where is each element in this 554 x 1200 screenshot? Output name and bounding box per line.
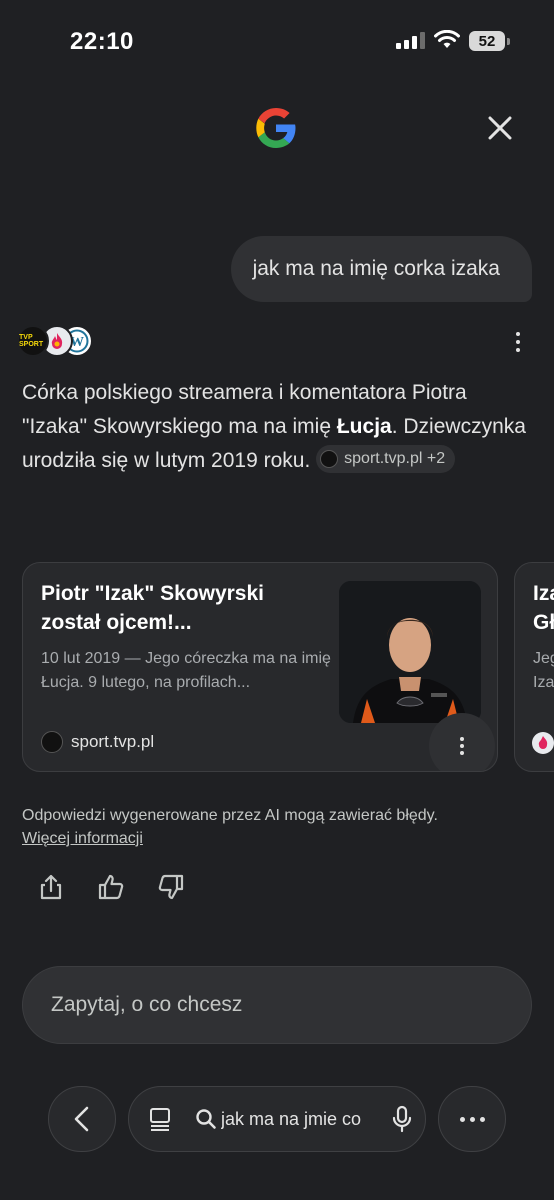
ai-answer-text: Córka polskiego streamera i komentatora … (22, 376, 532, 478)
google-logo-icon (256, 108, 296, 148)
ask-input[interactable]: Zapytaj, o co chcesz (22, 966, 532, 1044)
card-source: sport.tvp.pl (41, 731, 154, 753)
ai-disclaimer: Odpowiedzi wygenerowane przez AI mogą za… (22, 804, 532, 850)
chevron-left-icon (74, 1106, 89, 1132)
search-icon (196, 1109, 216, 1129)
dot (469, 1116, 475, 1122)
user-query-bubble: jak ma na imię corka izaka (230, 236, 532, 302)
man-in-gaming-jersey-icon (339, 581, 481, 723)
thumbs-down-icon[interactable] (156, 872, 186, 902)
card-title-line: Iza (533, 582, 554, 605)
answer-more-options-icon[interactable] (508, 330, 528, 354)
cellular-signal-icon (396, 32, 425, 49)
card-more-options-icon[interactable] (429, 713, 495, 771)
share-icon[interactable] (36, 872, 66, 902)
feedback-actions (36, 872, 186, 902)
card-title-line: Gł (533, 611, 554, 634)
answer-highlight: Łucja (336, 415, 392, 438)
url-bar[interactable]: jak ma na jmie co (128, 1086, 426, 1152)
status-bar: 22:10 52 (0, 0, 554, 80)
result-card[interactable]: Piotr "Izak" Skowyrski został ojcem!... … (22, 562, 498, 772)
source-chip[interactable]: sport.tvp.pl +2 (316, 445, 456, 474)
card-title: Iza Gł (533, 579, 554, 637)
dot (479, 1116, 485, 1122)
more-options-button[interactable] (438, 1086, 506, 1152)
more-info-link[interactable]: Więcej informacji (22, 827, 532, 850)
close-icon[interactable] (486, 114, 514, 142)
disclaimer-text: Odpowiedzi wygenerowane przez AI mogą za… (22, 807, 438, 824)
tvp-sport-logo-icon (320, 450, 339, 469)
battery-icon: 52 (469, 31, 510, 51)
microphone-icon[interactable] (391, 1105, 413, 1133)
card-title: Piotr "Izak" Skowyrski został ojcem!... (41, 582, 265, 634)
tvp-sport-logo-icon: TVP SPORT (17, 325, 49, 357)
card-snippet-line: Iza (533, 674, 554, 691)
card-source-label: sport.tvp.pl (71, 732, 155, 751)
ask-input-placeholder: Zapytaj, o co chcesz (51, 993, 243, 1016)
wifi-icon (434, 30, 460, 48)
result-card[interactable]: Iza Gł Jeg Iza (514, 562, 554, 772)
card-snippet: 10 lut 2019 — Jego córeczka ma na imię Ł… (41, 650, 331, 691)
source-chip-label: sport.tvp.pl +2 (344, 450, 446, 468)
tabs-icon[interactable] (147, 1106, 173, 1132)
thumbs-up-icon[interactable] (96, 872, 126, 902)
card-snippet-line: Jeg (533, 650, 554, 667)
status-time: 22:10 (70, 28, 134, 55)
url-bar-text: jak ma na jmie co (221, 1108, 362, 1129)
back-button[interactable] (48, 1086, 116, 1152)
dot (459, 1116, 465, 1122)
card-thumbnail (339, 581, 481, 723)
source-icons[interactable]: TVP SPORT W (17, 325, 107, 357)
fire-logo-icon (532, 732, 554, 754)
card-snippet: Jeg Iza (533, 647, 554, 695)
tvp-sport-logo-icon (41, 731, 63, 753)
